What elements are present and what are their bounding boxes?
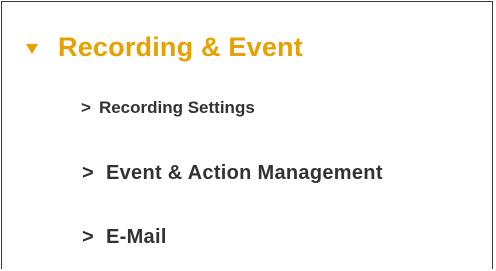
triangle-down-icon[interactable] [26,43,38,54]
menu-item-label[interactable]: Event & Action Management [106,162,383,185]
menu-item-recording-settings[interactable]: > Recording Settings [81,98,255,118]
chevron-right-icon: > [81,98,91,117]
navigation-panel: Recording & Event > Recording Settings >… [1,1,493,269]
chevron-right-icon: > [82,226,94,248]
section-header-recording-event[interactable]: Recording & Event [26,32,303,63]
menu-item-email[interactable]: > E-Mail [82,226,167,249]
chevron-right-icon: > [82,162,94,184]
menu-item-label[interactable]: E-Mail [106,226,167,249]
menu-item-event-action-management[interactable]: > Event & Action Management [82,162,383,185]
section-title[interactable]: Recording & Event [58,32,303,63]
menu-item-label[interactable]: Recording Settings [99,98,255,118]
